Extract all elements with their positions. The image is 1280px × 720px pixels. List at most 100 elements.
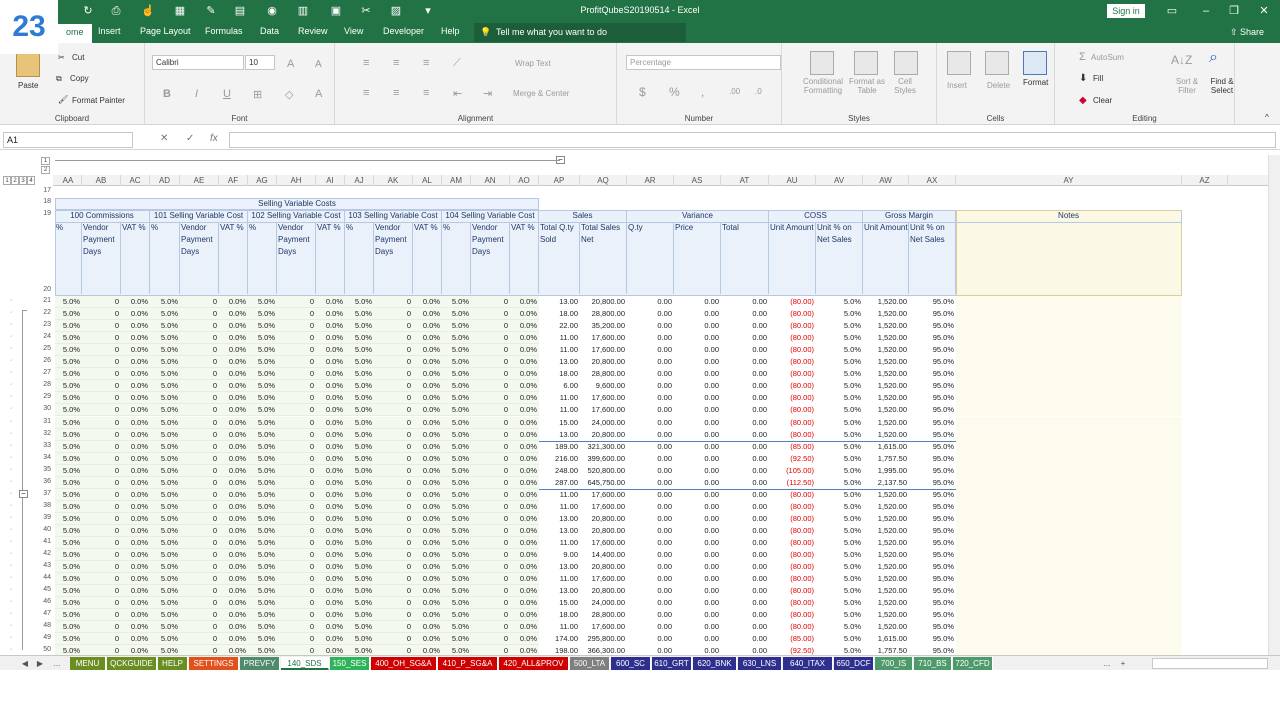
outline-level-1[interactable]: 1 — [3, 176, 11, 185]
data-cell[interactable]: 0.0% — [121, 525, 148, 537]
data-cell[interactable]: (80.00) — [769, 549, 814, 561]
data-cell[interactable]: 5.0% — [345, 417, 372, 429]
collapse-row-group-button[interactable]: − — [19, 490, 28, 498]
data-cell[interactable]: 0 — [82, 501, 119, 513]
data-cell[interactable]: 0.00 — [674, 344, 719, 356]
data-cell[interactable]: 189.00 — [539, 441, 578, 453]
minimize-icon[interactable]: – — [1198, 3, 1214, 19]
data-cell[interactable]: 1,995.00 — [863, 465, 907, 477]
data-cell[interactable]: 0.0% — [510, 465, 537, 477]
data-cell[interactable]: 13.00 — [539, 513, 578, 525]
data-cell[interactable]: 5.0% — [442, 404, 469, 416]
data-cell[interactable]: 0 — [374, 380, 411, 392]
data-cell[interactable]: 0.0% — [413, 417, 440, 429]
data-cell[interactable]: 0.00 — [627, 296, 672, 308]
data-cell[interactable]: 321,300.00 — [580, 441, 625, 453]
data-cell[interactable]: (80.00) — [769, 621, 814, 633]
find-icon[interactable]: ⌕ — [1209, 49, 1218, 67]
data-cell[interactable]: 5.0% — [816, 417, 861, 429]
row-header-46[interactable]: 46 — [35, 598, 51, 605]
share-button[interactable]: ⇧ Share — [1230, 27, 1264, 38]
data-cell[interactable]: 0.00 — [627, 429, 672, 441]
sheet-tab-420-all-prov[interactable]: 420_ALL&PROV — [499, 657, 569, 670]
data-cell[interactable]: 24,000.00 — [580, 597, 625, 609]
data-cell[interactable]: (80.00) — [769, 609, 814, 621]
data-cell[interactable]: 0.0% — [219, 344, 246, 356]
notes-cell[interactable] — [956, 476, 1182, 489]
data-cell[interactable]: 0.00 — [627, 465, 672, 477]
data-cell[interactable]: 95.0% — [909, 453, 954, 465]
data-cell[interactable]: 0 — [471, 465, 508, 477]
data-cell[interactable]: 0.0% — [510, 380, 537, 392]
data-cell[interactable]: 0 — [471, 404, 508, 416]
data-cell[interactable]: 0.0% — [316, 392, 343, 404]
data-cell[interactable]: 5.0% — [816, 308, 861, 320]
data-cell[interactable]: 1,520.00 — [863, 621, 907, 633]
data-cell[interactable]: 1,520.00 — [863, 609, 907, 621]
data-cell[interactable]: 198.00 — [539, 645, 578, 655]
data-cell[interactable]: 5.0% — [816, 501, 861, 513]
data-cell[interactable]: 5.0% — [442, 573, 469, 585]
sheet-next-icon[interactable]: ▶ — [33, 657, 47, 670]
data-cell[interactable]: 1,520.00 — [863, 525, 907, 537]
data-cell[interactable]: 5.0% — [248, 296, 275, 308]
data-cell[interactable]: 20,800.00 — [580, 561, 625, 573]
data-cell[interactable]: 5.0% — [816, 549, 861, 561]
data-cell[interactable]: 0.00 — [627, 356, 672, 368]
data-cell[interactable]: 5.0% — [150, 429, 178, 441]
sheet-tab-610-grt[interactable]: 610_GRT — [652, 657, 692, 670]
data-cell[interactable]: 17,600.00 — [580, 404, 625, 416]
increase-decimal-icon[interactable]: .00 — [729, 87, 740, 96]
data-cell[interactable]: 5.0% — [150, 417, 178, 429]
sheet-more-left[interactable]: ... — [48, 657, 66, 670]
data-cell[interactable]: 0 — [82, 477, 119, 489]
data-cell[interactable]: 5.0% — [150, 368, 178, 380]
data-cell[interactable]: 0.0% — [121, 404, 148, 416]
data-cell[interactable]: 399,600.00 — [580, 453, 625, 465]
data-cell[interactable]: 1,520.00 — [863, 332, 907, 344]
data-cell[interactable]: 0.0% — [510, 621, 537, 633]
data-cell[interactable]: 0.00 — [627, 549, 672, 561]
data-cell[interactable]: 0.0% — [121, 609, 148, 621]
data-cell[interactable]: 5.0% — [345, 296, 372, 308]
format-painter-button[interactable]: Format Painter — [72, 96, 125, 105]
data-cell[interactable]: 5.0% — [150, 561, 178, 573]
notes-cell[interactable] — [956, 488, 1182, 501]
data-cell[interactable]: 0 — [471, 501, 508, 513]
data-cell[interactable]: 0.0% — [219, 477, 246, 489]
vertical-scrollbar[interactable] — [1268, 155, 1280, 655]
data-cell[interactable]: 20,800.00 — [580, 429, 625, 441]
number-format-box[interactable]: Percentage — [626, 55, 781, 70]
data-cell[interactable]: 5.0% — [150, 513, 178, 525]
data-cell[interactable]: 5.0% — [345, 465, 372, 477]
data-cell[interactable]: 0.00 — [721, 573, 767, 585]
data-cell[interactable]: 0.0% — [316, 537, 343, 549]
sheet-more-right[interactable]: ... — [1098, 657, 1116, 670]
data-cell[interactable]: 0 — [82, 429, 119, 441]
data-cell[interactable]: 0 — [374, 477, 411, 489]
data-cell[interactable]: 5.0% — [345, 320, 372, 332]
data-cell[interactable]: 0.00 — [721, 332, 767, 344]
data-cell[interactable]: 5.0% — [248, 585, 275, 597]
sheet-tab-500-lta[interactable]: 500_LTA — [570, 657, 610, 670]
data-cell[interactable]: 5.0% — [345, 404, 372, 416]
data-cell[interactable]: 5.0% — [55, 332, 80, 344]
data-cell[interactable]: 9,600.00 — [580, 380, 625, 392]
comma-button[interactable]: , — [701, 85, 704, 99]
data-cell[interactable]: 5.0% — [150, 344, 178, 356]
collapse-col-group-button[interactable]: − — [556, 156, 565, 164]
data-cell[interactable]: 0 — [277, 585, 314, 597]
align-center-icon[interactable]: ≡ — [393, 87, 399, 99]
data-cell[interactable]: 0.00 — [721, 417, 767, 429]
data-cell[interactable]: 0.0% — [413, 513, 440, 525]
borders-icon[interactable]: ⊞ — [253, 88, 262, 101]
data-cell[interactable]: 0 — [374, 609, 411, 621]
data-cell[interactable]: 0.0% — [510, 489, 537, 501]
data-cell[interactable]: (80.00) — [769, 404, 814, 416]
row-header-18[interactable]: 18 — [35, 198, 51, 205]
tab-data[interactable]: Data — [260, 26, 279, 36]
merge-center-button[interactable]: Merge & Center — [513, 89, 569, 98]
data-cell[interactable]: 5.0% — [248, 417, 275, 429]
data-cell[interactable]: 5.0% — [248, 404, 275, 416]
font-name-box[interactable]: Calibri — [152, 55, 244, 70]
